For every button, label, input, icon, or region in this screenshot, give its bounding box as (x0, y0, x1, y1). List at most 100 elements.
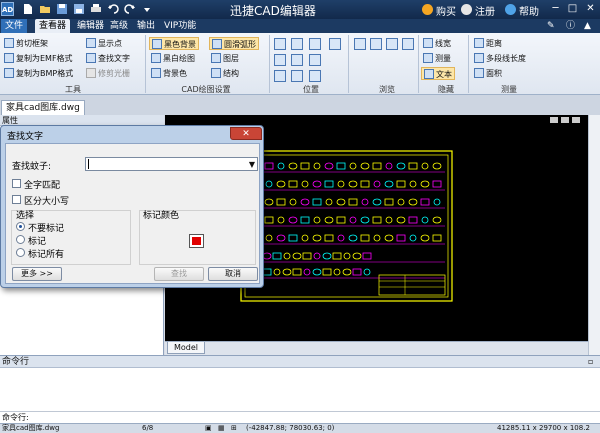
chevron-down-icon[interactable]: ▼ (249, 158, 255, 171)
model-tab[interactable]: Model (167, 342, 206, 354)
status-file: 家具cad图库.dwg (2, 424, 60, 432)
refresh-icon[interactable] (402, 38, 414, 50)
forward-arrow-icon[interactable] (370, 38, 382, 50)
maximize-icon[interactable]: □ (566, 3, 579, 15)
help-icon[interactable] (505, 4, 516, 15)
tab-viewer[interactable]: 查看器 (35, 19, 71, 33)
help-link[interactable]: 帮助 (519, 3, 539, 18)
paint-icon[interactable]: ✎ (543, 19, 559, 33)
canvas-close-icon[interactable] (572, 117, 580, 123)
save-as-icon[interactable] (73, 3, 85, 15)
copy-emf-button[interactable]: 复制为EMF格式 (4, 52, 73, 65)
furniture-symbol (288, 216, 298, 224)
furniture-symbol (360, 216, 370, 224)
tab-editor[interactable]: 编辑器 (73, 19, 108, 33)
ribbon-collapse-icon[interactable]: ▲ (580, 19, 595, 33)
polyline-length-button[interactable]: 多段线长度 (474, 52, 526, 65)
close-icon[interactable]: ✕ (584, 3, 597, 15)
document-tab[interactable]: 家具cad图库.dwg (1, 100, 85, 115)
cart-icon[interactable] (422, 4, 433, 15)
show-points-icon (86, 38, 96, 48)
dialog-close-button[interactable]: ✕ (230, 127, 262, 140)
show-points-button[interactable]: 显示点 (86, 37, 122, 50)
menu-file[interactable]: 文件 (1, 19, 27, 33)
back-arrow-icon[interactable] (354, 38, 366, 50)
mark-color-swatch[interactable] (189, 234, 204, 248)
text-toggle-button[interactable]: 文本 (421, 67, 455, 80)
furniture-symbol (409, 180, 417, 188)
structure-button[interactable]: 结构 (211, 67, 239, 80)
furniture-symbol (349, 162, 357, 170)
select-icon[interactable] (274, 70, 286, 82)
radio-mark[interactable] (16, 235, 25, 244)
background-color-button[interactable]: 背景色 (151, 67, 187, 80)
redo-icon[interactable] (124, 3, 136, 15)
furniture-symbol (288, 180, 298, 188)
fit-icon[interactable] (274, 54, 286, 66)
furniture-symbol (336, 216, 346, 224)
zoom-window-icon[interactable] (291, 38, 303, 50)
register-icon[interactable] (461, 4, 472, 15)
find-button[interactable]: 查找 (154, 267, 204, 281)
purchase-link[interactable]: 购买 (436, 3, 456, 18)
open-folder-icon[interactable] (39, 3, 51, 15)
status-snap-icon[interactable]: ▣ (205, 424, 212, 433)
save-icon[interactable] (56, 3, 68, 15)
whole-word-checkbox[interactable] (12, 179, 21, 188)
furniture-symbol (292, 252, 302, 260)
distance-button[interactable]: 距离 (474, 37, 502, 50)
zoom-rect-icon[interactable] (291, 54, 303, 66)
furniture-symbol (324, 180, 334, 188)
furniture-symbol (432, 234, 442, 242)
canvas-minimize-icon[interactable] (550, 117, 558, 123)
furniture-symbol (384, 180, 394, 188)
layers-button[interactable]: 图层 (211, 52, 239, 65)
smooth-arc-icon (212, 39, 222, 49)
cancel-button[interactable]: 取消 (208, 267, 258, 281)
tab-advanced[interactable]: 高级 (106, 19, 132, 33)
smooth-arc-button[interactable]: 圆滑弧形 (209, 37, 259, 50)
measure-toggle-button[interactable]: 测量 (423, 52, 451, 65)
panel-pin-icon[interactable]: ▫ (588, 357, 593, 366)
status-grid-icon[interactable]: ▦ (218, 424, 225, 433)
zoom-out-icon[interactable] (309, 54, 321, 66)
cut-frame-button[interactable]: 剪切框架 (4, 37, 48, 50)
line-width-button[interactable]: 线宽 (423, 37, 451, 50)
page-icon[interactable] (386, 38, 398, 50)
furniture-symbol (360, 234, 370, 242)
area-button[interactable]: 面积 (474, 67, 502, 80)
new-file-icon[interactable] (22, 3, 34, 15)
orbit-icon[interactable] (309, 70, 321, 82)
horizontal-scrollbar[interactable]: Model (165, 341, 588, 355)
status-ortho-icon[interactable]: ⊞ (231, 424, 237, 433)
radio-no-mark[interactable] (16, 222, 25, 231)
tab-vip[interactable]: VIP功能 (160, 19, 200, 33)
register-link[interactable]: 注册 (475, 3, 495, 18)
print-icon[interactable] (90, 3, 102, 15)
tab-output[interactable]: 输出 (133, 19, 159, 33)
black-white-drawing-button[interactable]: 黑白绘图 (151, 52, 195, 65)
app-logo[interactable]: AD (1, 2, 14, 16)
furniture-symbol (300, 162, 310, 170)
find-text-combobox[interactable]: ▼ (85, 157, 258, 171)
rotate-icon[interactable] (291, 70, 303, 82)
trim-raster-button[interactable]: 修剪光栅 (86, 67, 130, 80)
undo-icon[interactable] (107, 3, 119, 15)
zoom-in-icon[interactable] (309, 38, 321, 50)
radio-mark-all[interactable] (16, 248, 25, 257)
quick-access-dropdown-icon[interactable] (141, 3, 153, 15)
info-icon[interactable]: ⓘ (562, 19, 579, 33)
zoom-extents-icon[interactable] (274, 38, 286, 50)
minimize-icon[interactable]: ─ (549, 3, 562, 15)
black-background-button[interactable]: 黑色背景 (149, 37, 199, 50)
more-button[interactable]: 更多 >> (12, 267, 62, 281)
pan-hand-icon[interactable] (329, 38, 341, 50)
copy-bmp-button[interactable]: 复制为BMP格式 (4, 67, 73, 80)
match-case-checkbox[interactable] (12, 195, 21, 204)
furniture-symbol (337, 180, 345, 188)
vertical-scrollbar[interactable] (588, 115, 600, 355)
find-text-button[interactable]: 查找文字 (86, 52, 130, 65)
furniture-symbol (408, 216, 418, 224)
canvas-restore-icon[interactable] (561, 117, 569, 123)
command-input[interactable]: 命令行: (0, 411, 600, 423)
